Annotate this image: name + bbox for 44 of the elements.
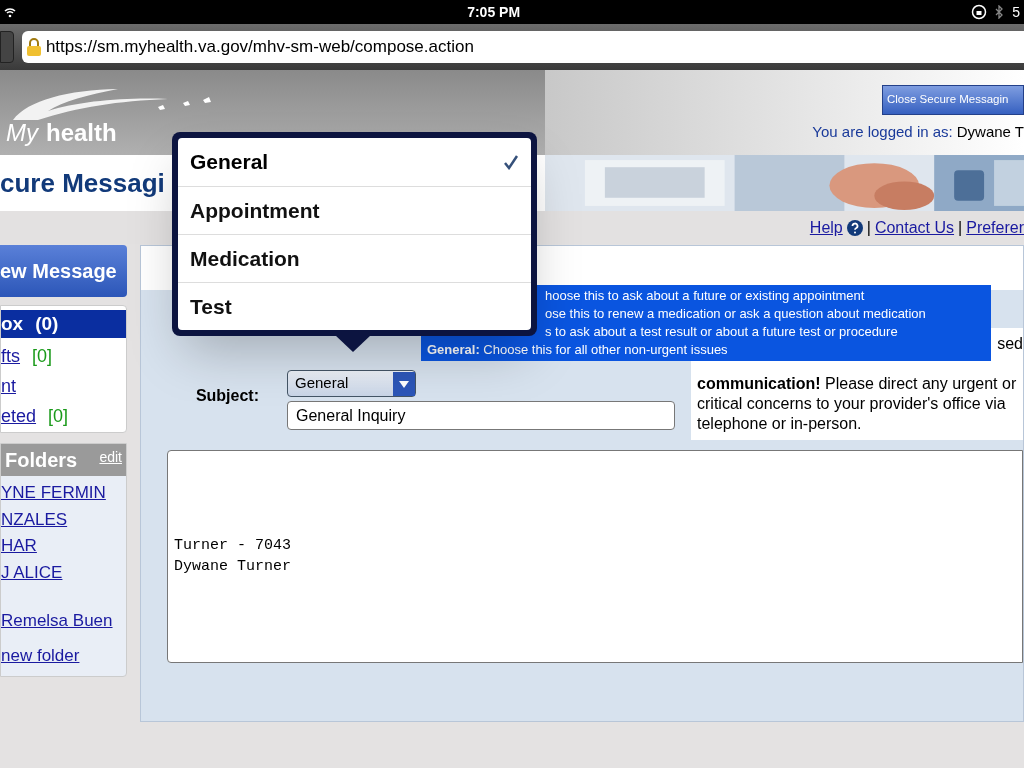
new-message-button[interactable]: ew Message	[0, 245, 127, 297]
folder-link[interactable]: Remelsa Buen	[1, 608, 126, 634]
rotation-lock-icon	[971, 4, 988, 20]
folder-link[interactable]: J ALICE	[1, 559, 126, 585]
bluetooth-icon	[995, 5, 1005, 19]
new-folder-link[interactable]: new folder	[1, 642, 126, 668]
nav-link[interactable]: Help	[809, 215, 843, 240]
folder-link[interactable]: NZALES	[1, 506, 126, 532]
separator-text: |	[866, 217, 871, 238]
nav-link[interactable]: Contact Us	[874, 215, 955, 240]
lock-icon	[25, 37, 42, 57]
picker-option[interactable]: Test	[178, 282, 531, 330]
caret-icon	[393, 371, 415, 396]
picker-option[interactable]: General	[178, 138, 531, 186]
nav-link[interactable]: Preferer	[966, 215, 1024, 240]
subject-label: Subject:	[195, 386, 259, 406]
wifi-icon	[4, 6, 16, 18]
message-body-field[interactable]: Turner - 7043 Dywane Turner	[167, 450, 1023, 663]
disclaimer-fragment: sed	[997, 334, 1023, 354]
folder-link[interactable]: HAR	[1, 533, 126, 559]
battery-percent: 5	[1012, 2, 1020, 22]
page-title: cure Messagi	[0, 166, 165, 200]
mailbox-item[interactable]: eted [0]	[1, 404, 126, 428]
mailbox-item[interactable]: fts [0]	[1, 344, 126, 368]
help-icon	[846, 219, 863, 236]
logged-in-label: You are logged in as:	[812, 122, 953, 142]
url-field[interactable]: https://sm.myhealth.va.gov/mhv-sm-web/compose.action	[21, 31, 1024, 63]
category-select[interactable]: General	[287, 370, 416, 397]
picker-option[interactable]: Appointment	[178, 186, 531, 234]
checkmark-icon	[503, 154, 519, 170]
separator-text: |	[958, 217, 963, 238]
mailbox-item[interactable]: ox (0)	[1, 310, 126, 338]
close-messaging-button[interactable]: Close Secure Messagin	[882, 85, 1024, 115]
clock-time: 7:05 PM	[467, 2, 521, 22]
back-button[interactable]	[0, 31, 14, 63]
site-logo: My	[6, 117, 38, 148]
folder-link[interactable]: YNE FERMIN	[1, 480, 126, 506]
disclaimer-text: communication! Please direct any urgent or critical concerns to your provider's office via telephone or in-person.	[697, 374, 1018, 434]
picker-option[interactable]: Medication	[178, 234, 531, 282]
site-logo: health	[46, 117, 117, 148]
user-name: Dywane T	[956, 122, 1024, 142]
folders-header: Folders edit	[1, 444, 126, 476]
subject-field[interactable]: General Inquiry	[287, 401, 675, 430]
mailbox-item[interactable]: nt	[1, 374, 126, 398]
